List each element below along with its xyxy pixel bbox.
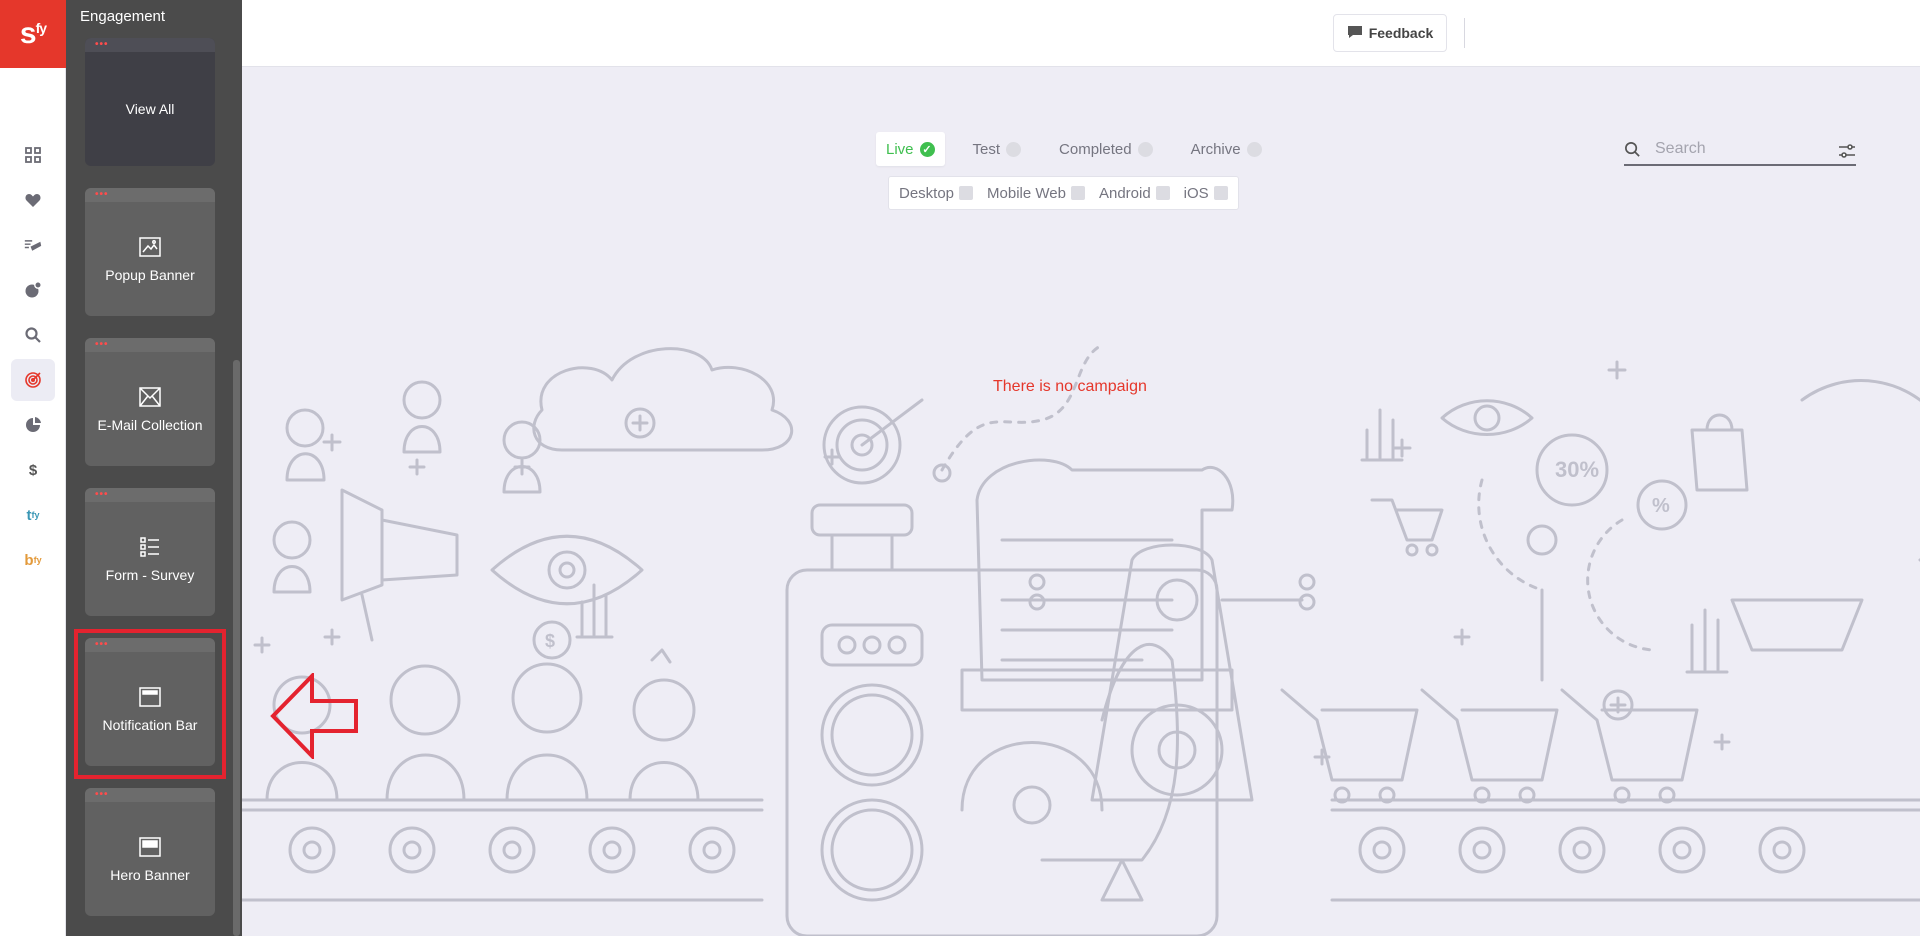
image-icon (138, 235, 162, 259)
status-dot (1137, 141, 1153, 157)
segments-icon[interactable] (11, 269, 55, 311)
notification-bar-highlight (74, 629, 226, 779)
platform-mobile-web[interactable]: Mobile Web (987, 185, 1085, 202)
card-menu-dots[interactable]: ••• (95, 190, 109, 200)
platform-desktop[interactable]: Desktop (899, 184, 974, 202)
left-rail: s fy $ t fy b fy (0, 0, 66, 936)
platform-label: Mobile Web (987, 184, 1066, 202)
card-hero-banner[interactable]: ••• Hero Banner (85, 788, 215, 916)
pie-chart-icon[interactable] (11, 404, 55, 446)
heart-icon[interactable] (11, 179, 55, 221)
platform-label: Android (1098, 184, 1151, 202)
campaign-icon[interactable] (11, 224, 55, 266)
panel-scrollbar[interactable] (233, 360, 240, 936)
search-icon (1624, 141, 1641, 158)
tab-label: Live (886, 140, 914, 158)
list-icon (138, 535, 162, 559)
left-arrow-icon (270, 673, 358, 759)
chat-icon (1347, 24, 1363, 43)
dollar-symbol: $ (545, 631, 555, 651)
card-label: E-Mail Collection (97, 416, 203, 433)
card-menu-dots[interactable]: ••• (95, 790, 109, 800)
tab-label: Test (972, 140, 1001, 158)
tab-test[interactable]: Test (963, 132, 1032, 166)
card-menu-dots[interactable]: ••• (95, 340, 109, 350)
percent-badge: 30% (1555, 457, 1599, 482)
email-icon (138, 385, 162, 409)
bfy-icon[interactable]: b fy (11, 539, 55, 581)
platform-label: Desktop (899, 184, 955, 202)
card-email-collection[interactable]: ••• E-Mail Collection (85, 338, 215, 466)
checkbox[interactable] (1070, 186, 1085, 200)
search-input[interactable] (1655, 140, 1825, 158)
card-label: View All (125, 100, 175, 117)
tab-label: Archive (1190, 140, 1241, 158)
card-popup-banner[interactable]: ••• Popup Banner (85, 188, 215, 316)
card-view-all[interactable]: ••• View All (85, 38, 215, 166)
feedback-label: Feedback (1368, 25, 1434, 41)
feedback-button[interactable]: Feedback (1333, 14, 1447, 52)
tab-completed[interactable]: Completed (1049, 132, 1163, 166)
conveyor-rollers (288, 826, 1806, 874)
topbar-divider (1464, 18, 1465, 48)
percent-symbol: % (1652, 495, 1670, 517)
platform-label: iOS (1183, 184, 1209, 202)
hero-banner-icon (138, 835, 162, 859)
grid-icon[interactable] (11, 134, 55, 176)
target-icon[interactable] (11, 359, 55, 401)
checkbox[interactable] (1213, 186, 1228, 200)
platform-ios[interactable]: iOS (1184, 185, 1228, 202)
checkbox[interactable] (1155, 186, 1170, 200)
sfy-logo[interactable]: s fy (0, 0, 66, 68)
platform-filter: Desktop Mobile Web Android iOS (888, 176, 1239, 210)
card-menu-dots[interactable]: ••• (95, 490, 109, 500)
check-icon: ✓ (919, 141, 935, 157)
filter-sliders-icon[interactable] (1838, 143, 1856, 159)
dollar-icon[interactable]: $ (11, 449, 55, 491)
tab-archive[interactable]: Archive (1181, 132, 1272, 166)
card-label: Popup Banner (105, 266, 195, 283)
platform-android[interactable]: Android (1099, 185, 1170, 202)
tab-live[interactable]: Live ✓ (876, 132, 945, 166)
engagement-panel: Engagement ••• View All ••• Popup Banner… (66, 0, 242, 936)
search-box (1624, 134, 1856, 166)
top-bar: Feedback (242, 0, 1920, 67)
card-label: Form - Survey (105, 566, 195, 583)
tab-label: Completed (1059, 140, 1132, 158)
empty-state-illustration: 30% % $ (242, 343, 1920, 936)
search-icon[interactable] (11, 314, 55, 356)
card-label: Hero Banner (110, 866, 190, 883)
checkbox[interactable] (959, 186, 974, 200)
panel-title: Engagement (80, 8, 166, 25)
status-dot (1246, 141, 1262, 157)
card-form-survey[interactable]: ••• Form - Survey (85, 488, 215, 616)
status-tabs: Live ✓ Test Completed Archive (876, 132, 1290, 166)
status-dot (1006, 141, 1022, 157)
tfy-icon[interactable]: t fy (11, 494, 55, 536)
card-menu-dots[interactable]: ••• (95, 40, 109, 50)
